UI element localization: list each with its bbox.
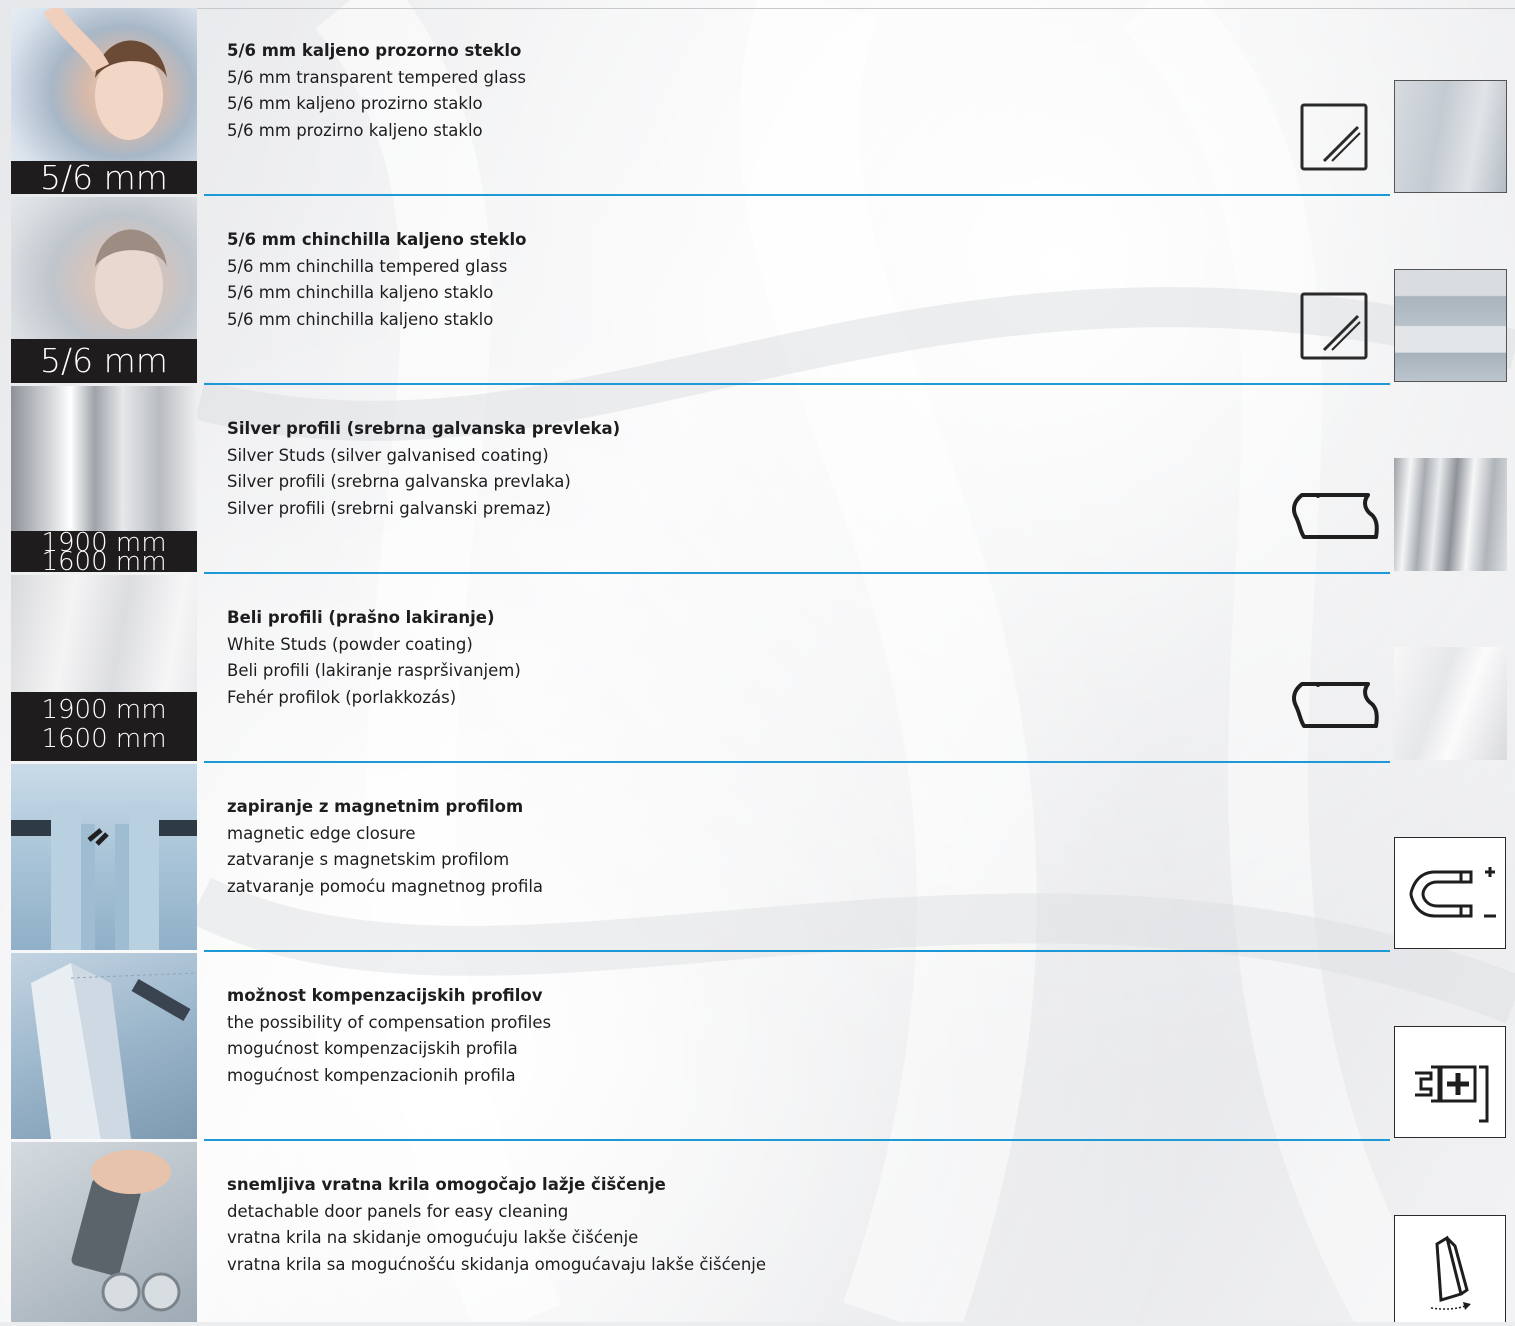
dimension-label-line: 5/6 mm (40, 158, 168, 194)
feature-row: 1900 mm 1600 mm Beli profili (prašno lak… (0, 575, 1515, 764)
divider (204, 950, 1390, 952)
chinchilla-glass-swatch (1394, 269, 1507, 382)
feature-description: 5/6 mm kaljeno prozorno steklo 5/6 mm tr… (227, 38, 526, 145)
product-photo (11, 953, 197, 1139)
dimension-label: 1900 mm 1600 mm (11, 692, 197, 761)
glass-icon (1300, 292, 1368, 364)
description-line: 5/6 mm chinchilla tempered glass (227, 256, 508, 276)
description-title: Silver profili (srebrna galvanska prevle… (227, 419, 621, 438)
dimension-label: 5/6 mm (11, 161, 197, 194)
description-line: 5/6 mm kaljeno prozirno staklo (227, 94, 483, 114)
description-line: zatvaranje pomoću magnetnog profila (227, 877, 544, 897)
description-line: 5/6 mm chinchilla kaljeno staklo (227, 283, 494, 303)
feature-row: zapiranje z magnetnim profilom magnetic … (0, 764, 1515, 953)
description-line: the possibility of compensation profiles (227, 1012, 552, 1032)
description-line: Beli profili (lakiranje raspršivanjem) (227, 661, 521, 681)
feature-description: zapiranje z magnetnim profilom magnetic … (227, 794, 543, 901)
description-line: vratna krila na skidanje omogućuju lakše… (227, 1228, 639, 1248)
description-line: mogućnost kompenzacionih profila (227, 1066, 516, 1086)
dimension-label: 1900 mm 1600 mm (11, 530, 197, 572)
description-line: White Studs (powder coating) (227, 634, 473, 654)
product-photo: 5/6 mm (11, 8, 197, 194)
dimension-label-line: 5/6 mm (40, 341, 168, 380)
compensation-profile-icon (1394, 1026, 1506, 1138)
product-photo: 1900 mm 1600 mm (11, 386, 197, 572)
feature-description: 5/6 mm chinchilla kaljeno steklo 5/6 mm … (227, 227, 526, 334)
profile-icon (1290, 491, 1380, 545)
feature-row: snemljiva vratna krila omogočajo lažje č… (0, 1142, 1515, 1322)
description-title: zapiranje z magnetnim profilom (227, 797, 524, 816)
divider (204, 383, 1390, 385)
description-line: magnetic edge closure (227, 823, 416, 843)
divider (204, 761, 1390, 763)
description-line: 5/6 mm prozirno kaljeno staklo (227, 121, 483, 141)
description-line: vratna krila sa mogućnošću skidanja omog… (227, 1255, 767, 1275)
detachable-door-icon (1394, 1215, 1506, 1322)
glass-icon (1300, 103, 1368, 175)
feature-row: 5/6 mm 5/6 mm kaljeno prozorno steklo 5/… (0, 8, 1515, 197)
product-photo: 1900 mm 1600 mm (11, 575, 197, 761)
white-profile-swatch (1394, 647, 1507, 760)
feature-description: Beli profili (prašno lakiranje) White St… (227, 605, 521, 712)
description-line: Silver Studs (silver galvanised coating) (227, 445, 549, 465)
dimension-label-line: 1900 mm (41, 695, 167, 725)
description-line: 5/6 mm chinchilla kaljeno staklo (227, 310, 494, 330)
feature-row: 5/6 mm 5/6 mm chinchilla kaljeno steklo … (0, 197, 1515, 386)
divider (204, 194, 1390, 196)
feature-description: snemljiva vratna krila omogočajo lažje č… (227, 1172, 766, 1279)
description-title: 5/6 mm chinchilla kaljeno steklo (227, 230, 527, 249)
description-title: Beli profili (prašno lakiranje) (227, 608, 495, 627)
description-line: Silver profili (srebrni galvanski premaz… (227, 499, 552, 519)
magnet-icon (1394, 837, 1506, 949)
profile-icon (1290, 680, 1380, 734)
feature-row: 1900 mm 1600 mm Silver profili (srebrna … (0, 386, 1515, 575)
divider (204, 1139, 1390, 1141)
product-photo (11, 1142, 197, 1322)
divider (204, 572, 1390, 574)
product-photo (11, 764, 197, 950)
description-title: snemljiva vratna krila omogočajo lažje č… (227, 1175, 666, 1194)
description-line: zatvaranje s magnetskim profilom (227, 850, 510, 870)
feature-row: možnost kompenzacijskih profilov the pos… (0, 953, 1515, 1142)
feature-description: možnost kompenzacijskih profilov the pos… (227, 983, 551, 1090)
description-line: Silver profili (srebrna galvanska prevla… (227, 472, 571, 492)
feature-description: Silver profili (srebrna galvanska prevle… (227, 416, 620, 523)
description-title: možnost kompenzacijskih profilov (227, 986, 543, 1005)
silver-profile-swatch (1394, 458, 1507, 571)
transparent-glass-swatch (1394, 80, 1507, 193)
description-line: detachable door panels for easy cleaning (227, 1201, 569, 1221)
description-title: 5/6 mm kaljeno prozorno steklo (227, 41, 522, 60)
dimension-label: 5/6 mm (11, 339, 197, 383)
dimension-label-line: 1600 mm (41, 547, 167, 572)
description-line: mogućnost kompenzacijskih profila (227, 1039, 518, 1059)
description-line: 5/6 mm transparent tempered glass (227, 67, 526, 87)
description-line: Fehér profilok (porlakkozás) (227, 688, 457, 708)
dimension-label-line: 1600 mm (41, 724, 167, 754)
product-photo: 5/6 mm (11, 197, 197, 383)
